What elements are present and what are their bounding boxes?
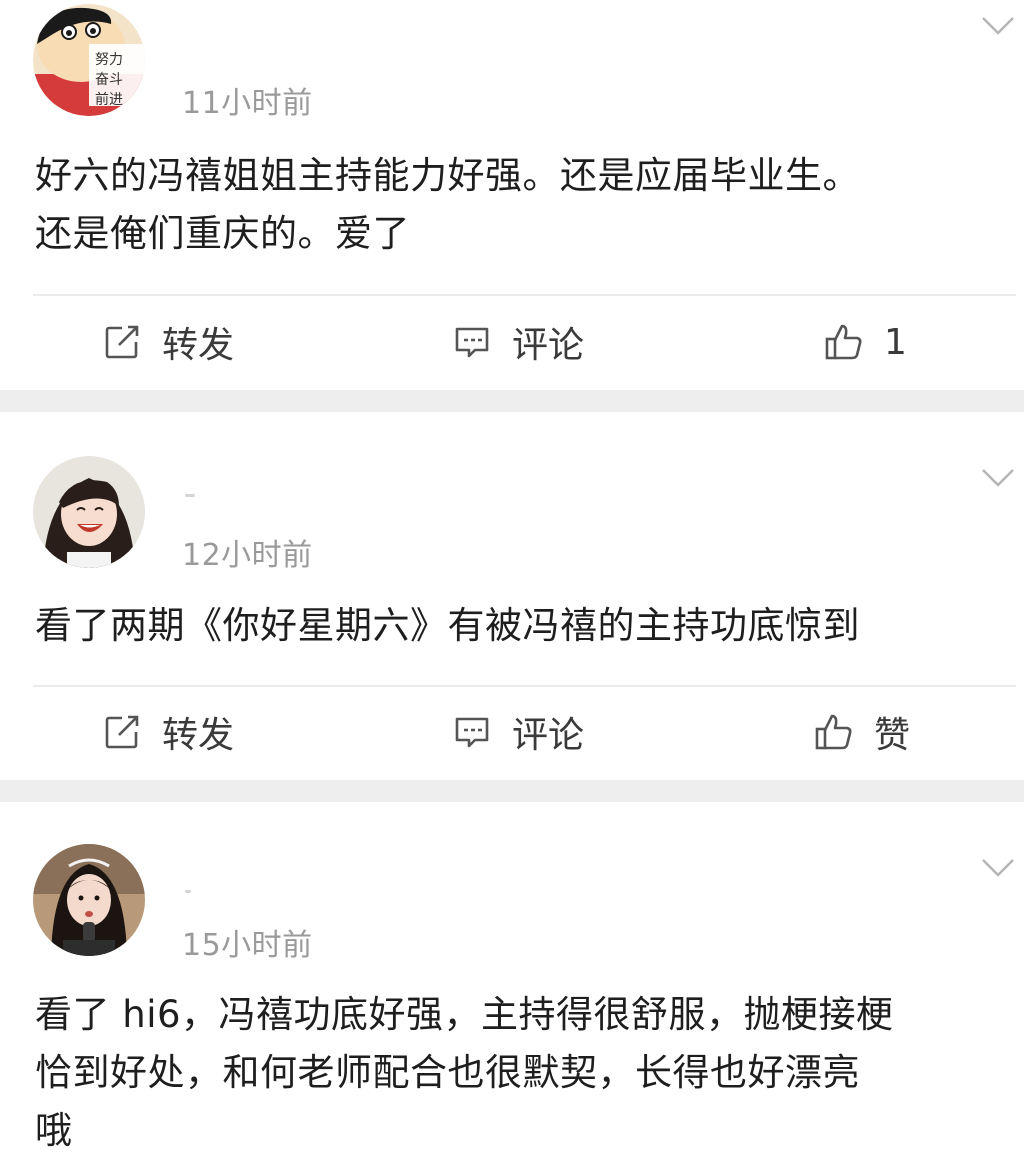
- avatar[interactable]: 努力 奋斗 前进: [33, 4, 145, 116]
- comment-button[interactable]: 评论: [452, 312, 584, 372]
- content-line: 哦: [35, 1109, 73, 1152]
- post-card-2: 12小时前 看了两期《你好星期六》有被冯禧的主持功底惊到 转发 评论 赞: [0, 412, 1024, 780]
- post-content: 看了两期《你好星期六》有被冯禧的主持功底惊到: [35, 597, 1010, 655]
- repost-icon: [102, 712, 142, 752]
- username-obscured: [185, 890, 191, 893]
- like-count: 1: [884, 321, 907, 363]
- comment-icon: [452, 712, 492, 752]
- like-button[interactable]: 赞: [814, 702, 910, 762]
- avatar[interactable]: [33, 844, 145, 956]
- avatar[interactable]: [33, 456, 145, 568]
- content-line: 看了两期《你好星期六》有被冯禧的主持功底惊到: [35, 604, 860, 647]
- repost-label: 转发: [162, 325, 235, 366]
- repost-icon: [102, 322, 142, 362]
- avatar-text-line-1: 努力: [95, 52, 123, 68]
- post-time: 11小时前: [182, 86, 313, 121]
- like-label: 赞: [874, 715, 911, 756]
- avatar-image: 努力 奋斗 前进: [33, 4, 145, 116]
- avatar-image: [33, 456, 145, 568]
- post-time: 15小时前: [182, 928, 313, 963]
- comment-label: 评论: [512, 325, 585, 366]
- chevron-down-icon[interactable]: [980, 856, 1016, 880]
- content-line: 好六的冯禧姐姐主持能力好强。还是应届毕业生。: [35, 154, 860, 197]
- thumbs-up-icon: [824, 322, 864, 362]
- post-card-3: 15小时前 看了 hi6，冯禧功底好强，主持得很舒服，抛梗接梗 恰到好处，和何老…: [0, 802, 1024, 1167]
- chevron-down-icon[interactable]: [980, 14, 1016, 38]
- section-separator: [0, 780, 1024, 802]
- avatar-image: [33, 844, 145, 956]
- post-content: 看了 hi6，冯禧功底好强，主持得很舒服，抛梗接梗 恰到好处，和何老师配合也很默…: [35, 986, 1010, 1160]
- repost-button[interactable]: 转发: [102, 702, 234, 762]
- section-separator: [0, 390, 1024, 412]
- avatar-text-line-3: 前进: [95, 91, 123, 108]
- thumbs-up-icon: [814, 712, 854, 752]
- content-line: 看了 hi6，冯禧功底好强，主持得很舒服，抛梗接梗: [35, 993, 894, 1036]
- comment-button[interactable]: 评论: [452, 702, 584, 762]
- comment-icon: [452, 322, 492, 362]
- divider: [33, 294, 1016, 296]
- post-card-1: 努力 奋斗 前进 11小时前 好六的冯禧姐姐主持能力好强。还是应届毕业生。 还是…: [0, 0, 1024, 390]
- like-button[interactable]: 1: [824, 312, 907, 372]
- post-content: 好六的冯禧姐姐主持能力好强。还是应届毕业生。 还是俺们重庆的。爱了: [35, 147, 1010, 263]
- content-line: 还是俺们重庆的。爱了: [35, 212, 410, 255]
- post-time: 12小时前: [182, 538, 313, 573]
- content-line: 恰到好处，和何老师配合也很默契，长得也好漂亮: [35, 1051, 860, 1094]
- avatar-text-line-2: 奋斗: [95, 72, 123, 88]
- action-bar: 转发 评论 1: [0, 312, 1024, 372]
- comment-label: 评论: [512, 715, 585, 756]
- divider: [33, 685, 1016, 687]
- action-bar: 转发 评论 赞: [0, 702, 1024, 762]
- repost-label: 转发: [162, 715, 235, 756]
- username-obscured: [185, 494, 195, 497]
- repost-button[interactable]: 转发: [102, 312, 234, 372]
- chevron-down-icon[interactable]: [980, 466, 1016, 490]
